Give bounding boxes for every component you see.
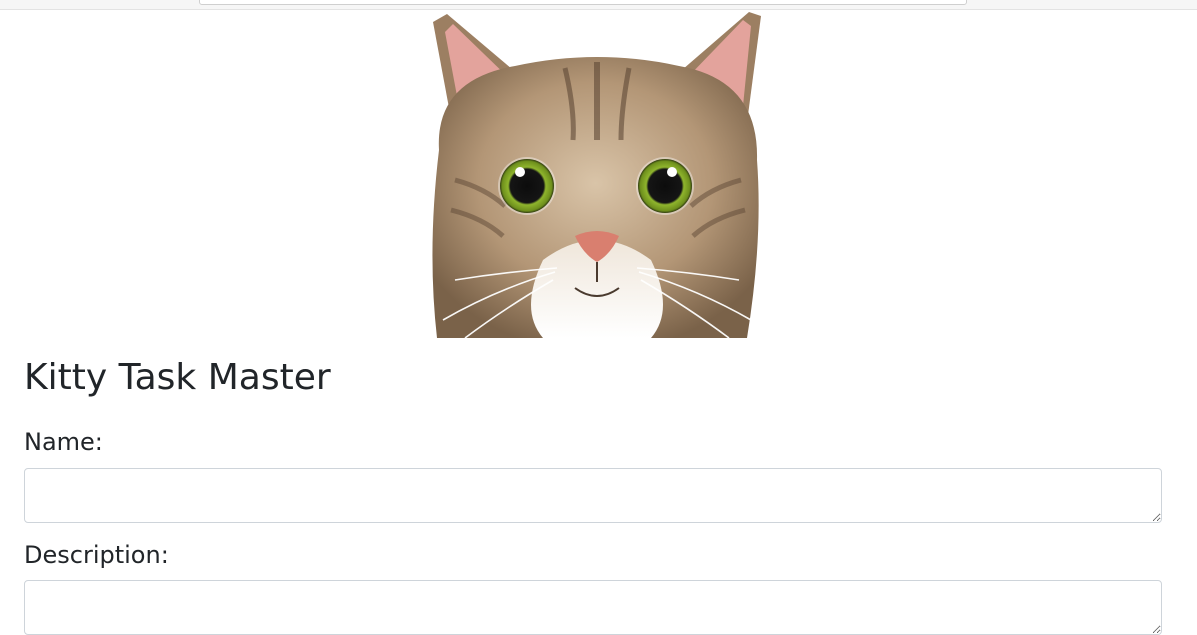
description-input[interactable] [24,580,1162,635]
name-input[interactable] [24,468,1162,523]
address-bar[interactable] [199,0,967,5]
left-eye [500,159,554,213]
description-label: Description: [24,541,169,569]
cat-face-illustration [432,12,761,338]
cat-hero-image [425,10,769,338]
browser-chrome-strip [0,0,1197,10]
right-eye [638,159,692,213]
name-label: Name: [24,428,103,456]
page-title: Kitty Task Master [24,357,331,398]
